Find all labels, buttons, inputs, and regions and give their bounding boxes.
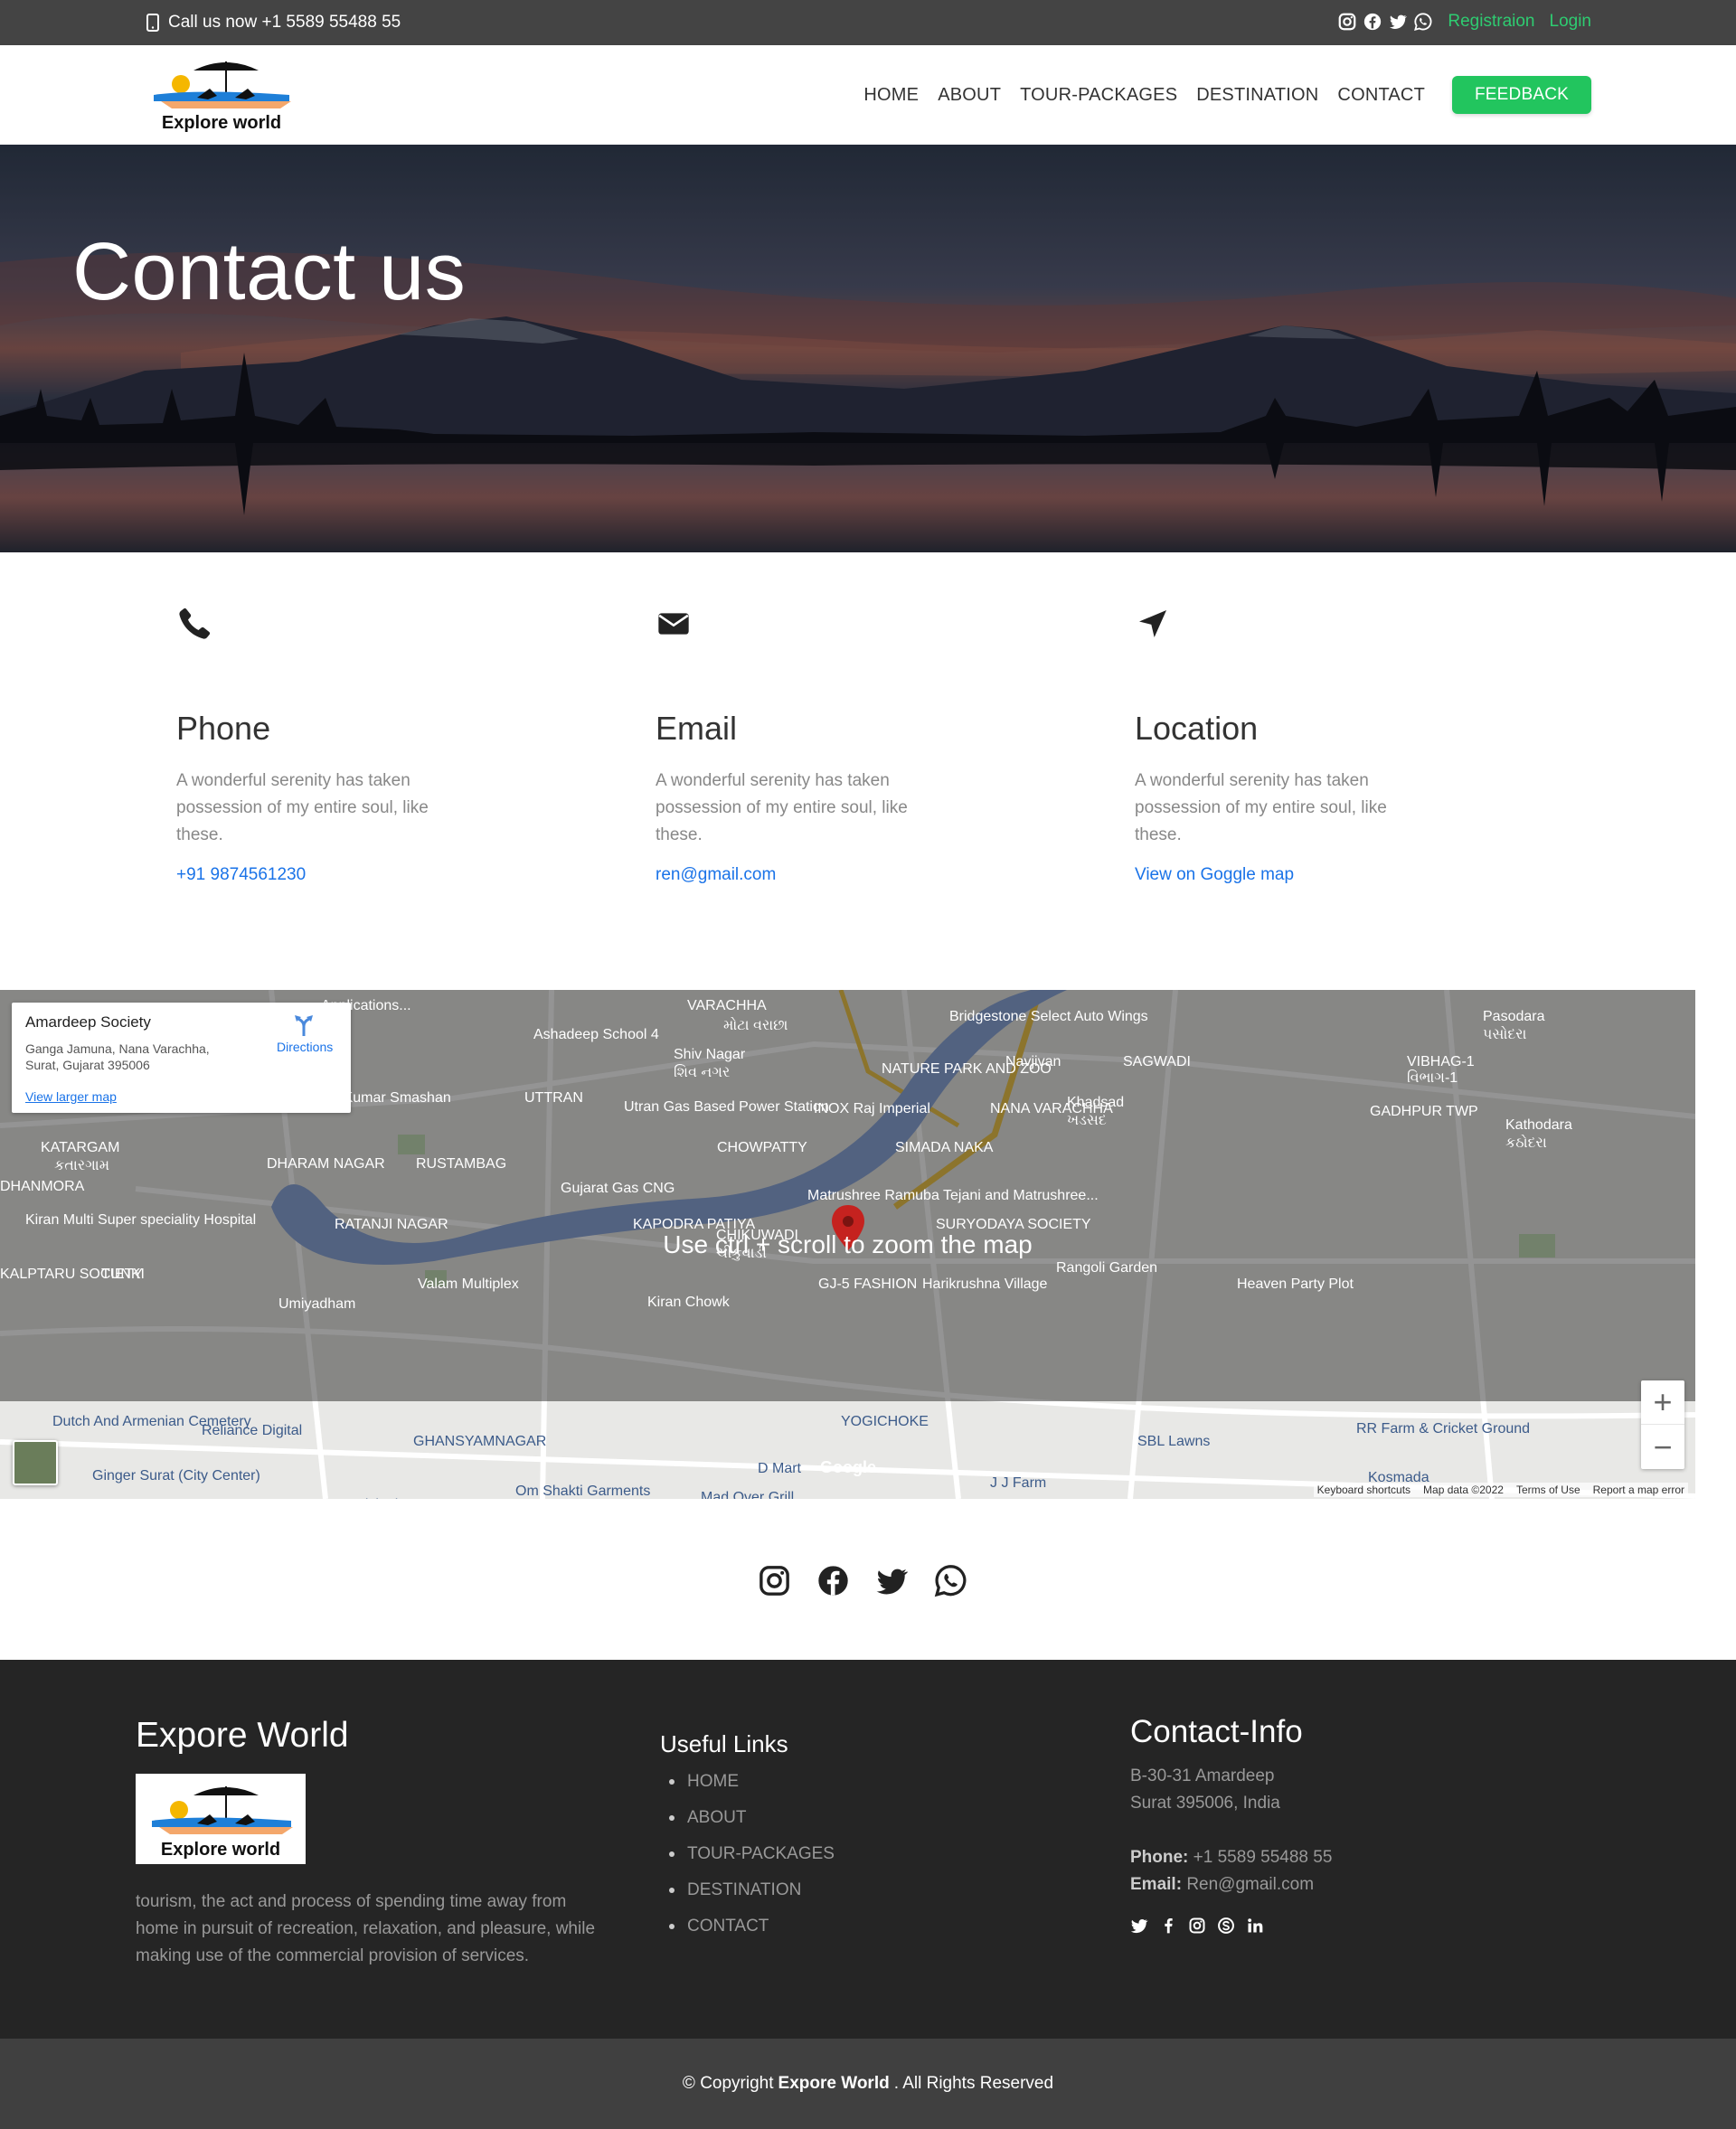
nav-tour-packages[interactable]: TOUR-PACKAGES: [1020, 85, 1177, 106]
info-email: Email A wonderful serenity has taken pos…: [656, 606, 981, 885]
twitter-icon[interactable]: [1388, 12, 1408, 32]
info-location: Location A wonderful serenity has taken …: [1135, 606, 1460, 885]
phone-link[interactable]: +91 9874561230: [176, 865, 502, 885]
footer-about: Expore World Explore world tourism, the …: [136, 1660, 597, 1970]
footer-phone: Phone: +1 5589 55488 55: [1130, 1844, 1332, 1871]
email-title: Email: [656, 710, 738, 747]
nav-destination[interactable]: DESTINATION: [1196, 85, 1318, 106]
envelope-icon: [658, 613, 689, 635]
footer-contact-title: Contact-Info: [1130, 1714, 1303, 1749]
keyboard-shortcuts-link[interactable]: Keyboard shortcuts: [1317, 1484, 1410, 1496]
feedback-button[interactable]: FEEDBACK: [1452, 76, 1591, 114]
phone-label: Phone:: [1130, 1848, 1189, 1867]
zoom-out-button[interactable]: −: [1641, 1425, 1684, 1469]
call-text: Call us now +1 5589 55488 55: [168, 13, 401, 32]
hero-landscape-image: [0, 145, 1736, 552]
footer-about-text: tourism, the act and process of spending…: [136, 1892, 596, 1965]
footer-logo-text: Explore world: [161, 1840, 280, 1860]
logo-text: Explore world: [162, 113, 281, 133]
register-link[interactable]: Registraion: [1448, 12, 1534, 32]
header: Explore world HOME ABOUT TOUR-PACKAGES D…: [0, 45, 1736, 145]
phone-value: +1 5589 55488 55: [1193, 1848, 1333, 1867]
map-satellite-toggle[interactable]: [13, 1440, 58, 1485]
page-title: Contact us: [72, 227, 467, 317]
twitter-icon[interactable]: [1130, 1917, 1148, 1935]
email-link[interactable]: ren@gmail.com: [656, 865, 981, 885]
nav-home[interactable]: HOME: [863, 85, 919, 106]
login-link[interactable]: Login: [1550, 12, 1592, 32]
address-line-2: Surat 395006, India: [1130, 1794, 1280, 1813]
footer-email: Email: Ren@gmail.com: [1130, 1871, 1332, 1898]
facebook-icon[interactable]: [1363, 12, 1382, 32]
report-error-link[interactable]: Report a map error: [1593, 1484, 1684, 1496]
instagram-icon[interactable]: [1188, 1917, 1206, 1935]
location-link[interactable]: View on Goggle map: [1135, 865, 1460, 885]
skype-icon[interactable]: [1217, 1917, 1235, 1935]
footer-contact: Contact-Info B-30-31 Amardeep Surat 3950…: [1130, 1660, 1332, 1935]
embedded-map[interactable]: Applications... VARACHHA મોટા વરાછા Ashadee…: [0, 990, 1695, 1499]
whatsapp-icon[interactable]: [1413, 12, 1433, 32]
mobile-icon: [146, 14, 159, 32]
map-data-text: Map data ©2022: [1423, 1484, 1504, 1496]
terms-link[interactable]: Terms of Use: [1516, 1484, 1580, 1496]
footer: Expore World Explore world tourism, the …: [0, 1660, 1736, 2039]
footer-link-home[interactable]: HOME: [669, 1764, 835, 1800]
location-text: A wonderful serenity has taken possessio…: [1135, 771, 1387, 844]
footer-link-about[interactable]: ABOUT: [669, 1800, 835, 1836]
linkedin-icon[interactable]: [1246, 1917, 1264, 1935]
copyright-prefix: © Copyright: [682, 2074, 774, 2093]
whatsapp-icon[interactable]: [934, 1564, 967, 1597]
instagram-icon[interactable]: [1337, 12, 1357, 32]
google-logo: Google: [820, 1458, 876, 1476]
instagram-icon[interactable]: [758, 1564, 791, 1597]
address-line-1: B-30-31 Amardeep: [1130, 1766, 1275, 1785]
social-links: [758, 1564, 967, 1597]
copyright-brand: Expore World: [778, 2074, 890, 2093]
map-zoom-controls: + −: [1641, 1380, 1684, 1469]
email-text: A wonderful serenity has taken possessio…: [656, 771, 908, 844]
footer-link-tour-packages[interactable]: TOUR-PACKAGES: [669, 1836, 835, 1872]
footer-link-contact[interactable]: CONTACT: [669, 1908, 835, 1945]
location-title: Location: [1135, 710, 1259, 747]
copyright-suffix: . All Rights Reserved: [893, 2074, 1054, 2093]
map-zoom-message: Use ctrl + scroll to zoom the map: [663, 1229, 1033, 1258]
nav-about[interactable]: ABOUT: [938, 85, 1001, 106]
location-arrow-icon: [1139, 610, 1166, 637]
top-bar: Call us now +1 5589 55488 55 Registraion…: [0, 0, 1736, 45]
call-info: Call us now +1 5589 55488 55: [146, 13, 401, 33]
nav-contact[interactable]: CONTACT: [1337, 85, 1425, 106]
email-value: Ren@gmail.com: [1186, 1875, 1315, 1894]
footer-logo: Explore world: [136, 1774, 306, 1864]
footer-address: B-30-31 Amardeep Surat 395006, India: [1130, 1763, 1332, 1817]
phone-icon: [179, 608, 211, 639]
facebook-icon[interactable]: [1159, 1917, 1177, 1935]
map-attribution: Keyboard shortcuts Map data ©2022 Terms …: [1313, 1483, 1688, 1497]
facebook-icon[interactable]: [816, 1564, 850, 1597]
logo[interactable]: Explore world: [145, 54, 298, 136]
footer-links: Useful Links HOME ABOUT TOUR-PACKAGES DE…: [660, 1660, 835, 1945]
info-phone: Phone A wonderful serenity has taken pos…: [176, 606, 502, 885]
phone-text: A wonderful serenity has taken possessio…: [176, 771, 429, 844]
footer-brand-title: Expore World: [136, 1716, 349, 1755]
twitter-icon[interactable]: [875, 1564, 909, 1597]
footer-link-destination[interactable]: DESTINATION: [669, 1872, 835, 1908]
footer-social-icons: [1130, 1917, 1332, 1935]
copyright-bar: © Copyright Expore World . All Rights Re…: [0, 2039, 1736, 2129]
phone-title: Phone: [176, 710, 271, 747]
zoom-in-button[interactable]: +: [1641, 1380, 1684, 1425]
footer-links-title: Useful Links: [660, 1730, 788, 1757]
main-nav: HOME ABOUT TOUR-PACKAGES DESTINATION CON…: [844, 76, 1591, 114]
hero-banner: Contact us: [0, 145, 1736, 552]
email-label: Email:: [1130, 1875, 1183, 1894]
top-bar-right: Registraion Login: [1337, 12, 1591, 32]
